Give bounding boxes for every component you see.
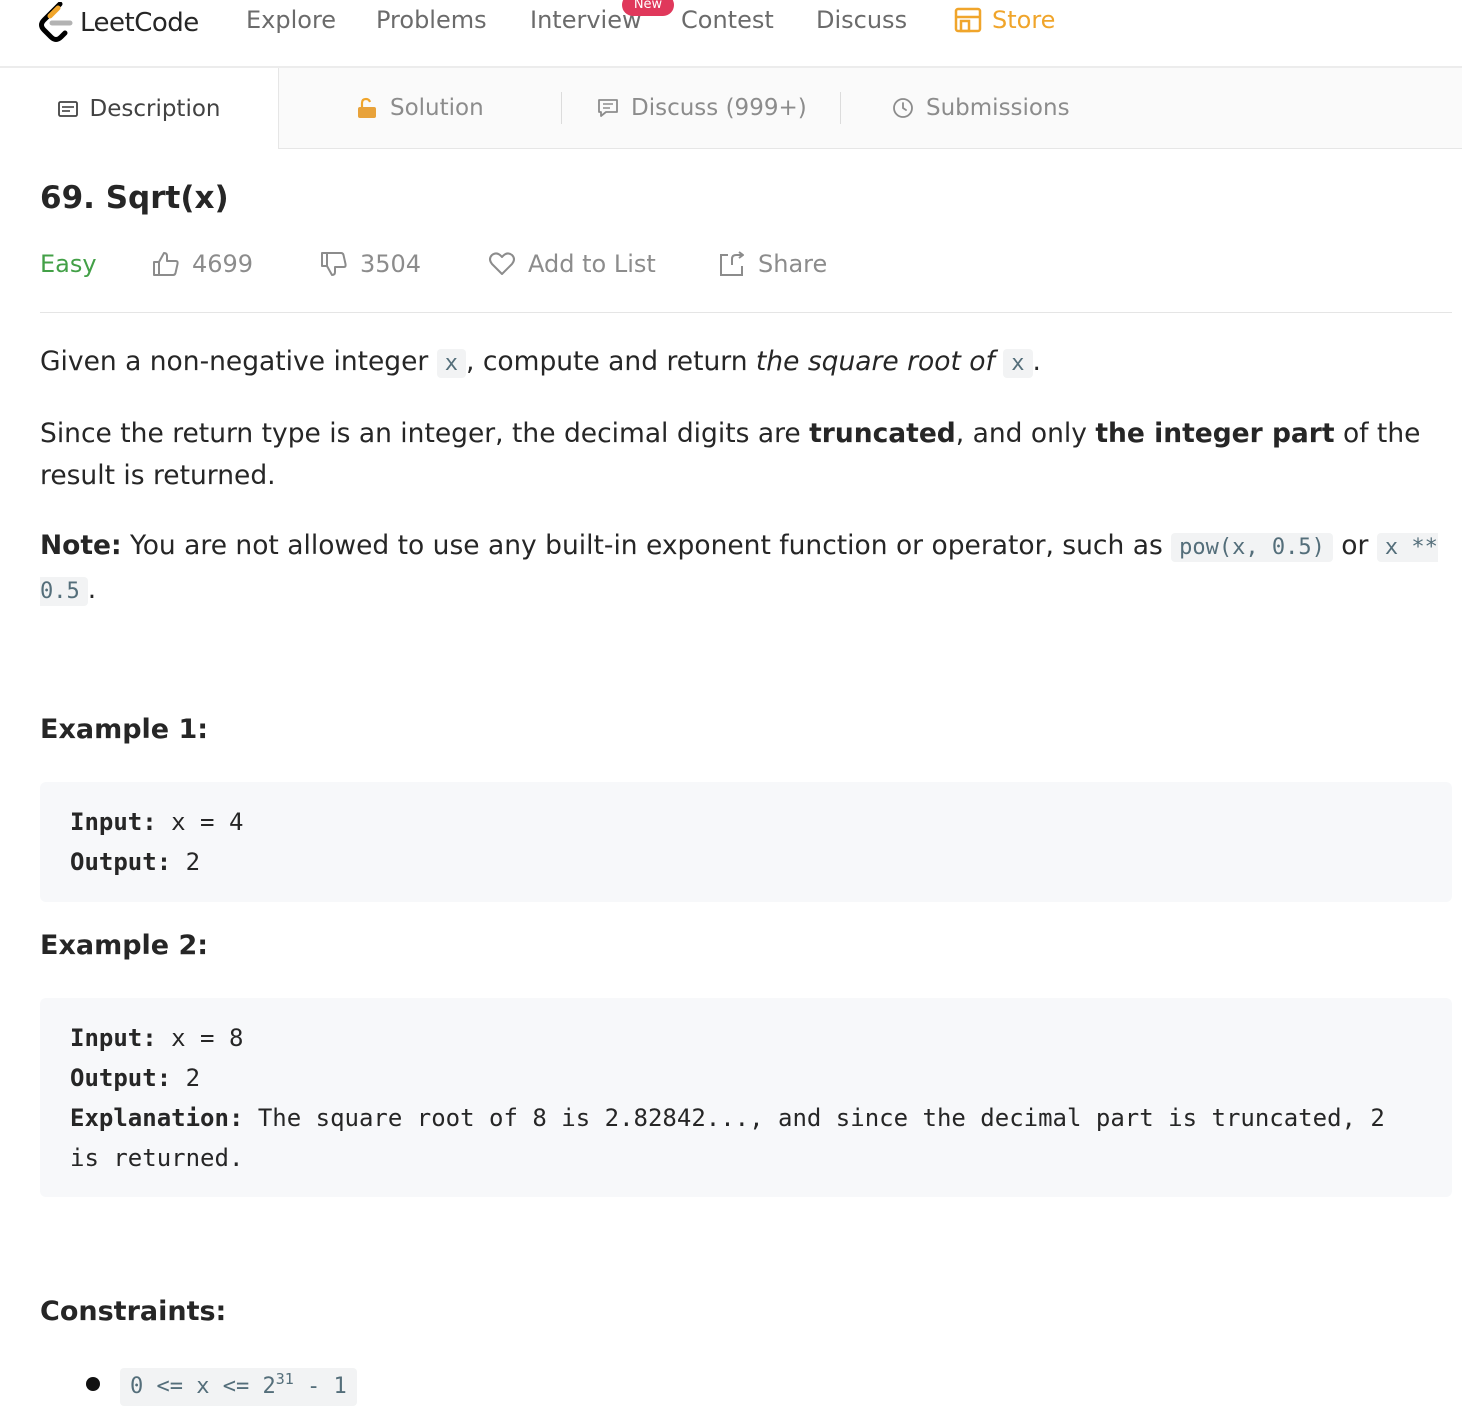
text: . [87, 574, 97, 605]
top-navigation: LeetCode Explore Problems Interview New … [0, 0, 1462, 68]
inline-code: x [1003, 349, 1033, 378]
tab-description[interactable]: Description [0, 68, 279, 149]
description-note: Note: You are not allowed to use any bui… [40, 525, 1460, 613]
tab-submissions-label: Submissions [926, 95, 1070, 121]
input-label: Input: [70, 808, 157, 836]
inline-code: pow(x, 0.5) [1171, 533, 1333, 562]
description-paragraph-2: Since the return type is an integer, the… [40, 413, 1460, 497]
tab-solution-label: Solution [390, 95, 484, 121]
description-icon [57, 100, 78, 117]
output-label: Output: [70, 848, 172, 876]
tab-separator [840, 92, 841, 124]
note-label: Note: [40, 530, 122, 561]
new-badge: New [622, 0, 674, 16]
like-button[interactable]: 4699 [152, 250, 253, 278]
leetcode-logo-icon [39, 2, 73, 42]
example-1-heading: Example 1: [40, 714, 209, 745]
divider [40, 312, 1452, 313]
discuss-icon [598, 99, 618, 117]
constraint-text: 0 <= x <= 2 [130, 1374, 276, 1399]
tab-discuss-label: Discuss (999+) [631, 95, 807, 121]
constraint-exponent: 31 [275, 1370, 294, 1388]
nav-problems[interactable]: Problems [376, 6, 487, 34]
nav-explore[interactable]: Explore [246, 6, 336, 34]
dislikes-count: 3504 [360, 250, 422, 278]
unlock-icon [358, 97, 376, 118]
example-2-heading: Example 2: [40, 930, 209, 961]
bold-text: truncated [809, 418, 956, 449]
text: . [1032, 346, 1041, 377]
explanation-text: The square root of 8 is 2.82842..., and … [70, 1104, 1400, 1172]
tab-discuss[interactable]: Discuss (999+) [597, 68, 807, 148]
constraint-text: - 1 [293, 1374, 347, 1399]
description-paragraph-1: Given a non-negative integer x, compute … [40, 341, 1460, 385]
share-icon [720, 251, 744, 276]
problem-tabs: Description Solution Discuss (999+) Subm… [0, 68, 1462, 149]
example-2-block: Input: x = 8 Output: 2 Explanation: The … [40, 998, 1452, 1197]
problem-title: 69. Sqrt(x) [40, 180, 229, 216]
text: or [1332, 530, 1377, 561]
share-label: Share [758, 250, 828, 278]
input-value: x = 8 [156, 1024, 244, 1052]
inline-code: x [436, 349, 466, 378]
bold-text: the integer part [1095, 418, 1335, 449]
store-icon [954, 7, 982, 33]
likes-count: 4699 [192, 250, 254, 278]
text: , compute and return [466, 346, 756, 377]
text: Given a non-negative integer [40, 346, 437, 377]
text: You are not allowed to use any built-in … [121, 530, 1172, 561]
tab-submissions[interactable]: Submissions [892, 68, 1070, 148]
heart-icon [489, 252, 515, 275]
clock-icon [893, 98, 913, 118]
constraint-item: 0 <= x <= 231 - 1 [120, 1368, 357, 1406]
logo-text: LeetCode [80, 8, 199, 38]
dislike-button[interactable]: 3504 [320, 250, 421, 278]
input-value: x = 4 [156, 808, 244, 836]
text: , and only [955, 418, 1096, 449]
tab-solution[interactable]: Solution [356, 68, 484, 148]
add-to-list-label: Add to List [528, 250, 656, 278]
share-button[interactable]: Share [718, 250, 827, 278]
list-bullet [86, 1377, 100, 1391]
output-value: 2 [171, 848, 201, 876]
nav-store-label: Store [992, 6, 1056, 34]
tab-separator [561, 92, 562, 124]
constraints-heading: Constraints: [40, 1296, 227, 1327]
example-1-block: Input: x = 4 Output: 2 [40, 782, 1452, 902]
nav-store[interactable]: Store [954, 6, 1055, 34]
text: Since the return type is an integer, the… [40, 418, 810, 449]
emphasis-text: the square root of [755, 346, 995, 377]
thumbs-down-icon [321, 252, 347, 276]
difficulty-label: Easy [40, 250, 97, 278]
leetcode-logo[interactable]: LeetCode [38, 2, 199, 44]
explanation-label: Explanation: [70, 1104, 244, 1132]
add-to-list-button[interactable]: Add to List [488, 250, 656, 278]
tab-description-label: Description [89, 95, 221, 122]
output-label: Output: [70, 1064, 172, 1092]
nav-discuss[interactable]: Discuss [816, 6, 907, 34]
input-label: Input: [70, 1024, 157, 1052]
thumbs-up-icon [153, 252, 179, 276]
output-value: 2 [171, 1064, 201, 1092]
nav-contest[interactable]: Contest [681, 6, 774, 34]
